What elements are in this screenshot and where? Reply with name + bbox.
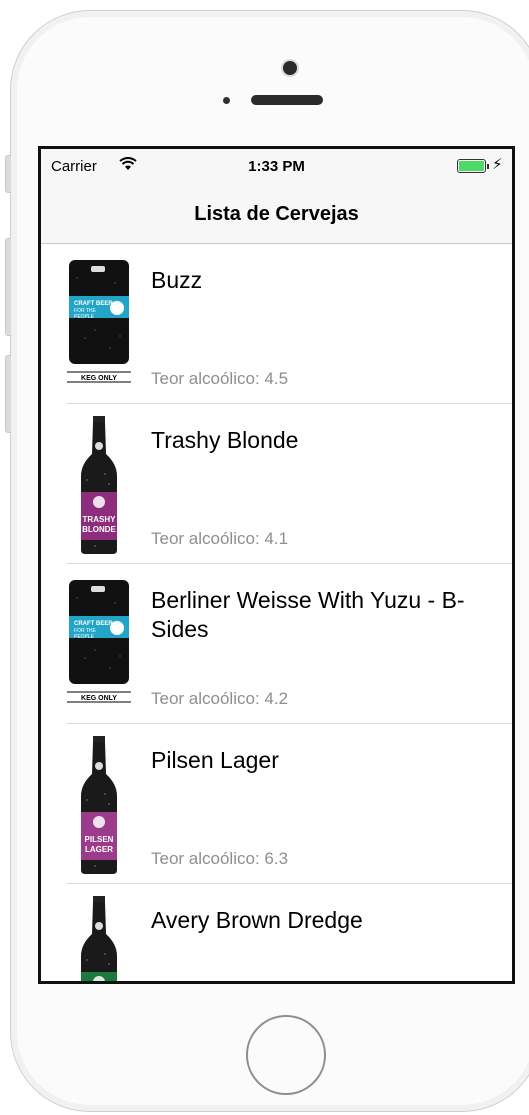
svg-text:KEG ONLY: KEG ONLY: [81, 695, 117, 702]
beer-row[interactable]: CRAFT BEER FOR THE PEOPLE KEG ONLY Buzz Teor …: [41, 244, 512, 404]
alcohol-content: Teor alcoólico: 4.5: [151, 369, 288, 389]
status-time: 1:33 PM: [248, 158, 305, 175]
alcohol-content: Teor alcoólico: 4.2: [151, 689, 288, 709]
svg-text:BLONDE: BLONDE: [82, 525, 116, 534]
proximity-sensor: [223, 97, 230, 104]
keg-image: CRAFT BEER FOR THE PEOPLE KEG ONLY: [65, 578, 133, 720]
keg-image: CRAFT BEER FOR THE PEOPLE KEG ONLY: [65, 258, 133, 400]
beer-row[interactable]: PILSEN LAGER Pilsen Lager Teor alcoólico: 6…: [41, 724, 512, 884]
svg-text:LAGER: LAGER: [85, 845, 113, 854]
front-camera: [283, 61, 297, 75]
device-screen: Carrier 1:33 PM ⚡ Lista de Cervejas CRAF…: [38, 146, 515, 984]
alcohol-content-label: Teor alcoólico:: [151, 529, 265, 548]
svg-text:TRASHY: TRASHY: [83, 515, 117, 524]
alcohol-content-label: Teor alcoólico:: [151, 689, 265, 708]
beer-name: Trashy Blonde: [151, 427, 299, 453]
svg-text:KEG ONLY: KEG ONLY: [81, 375, 117, 382]
beer-name: Berliner Weisse With Yuzu - B-Sides: [151, 587, 465, 642]
nav-title: Lista de Cervejas: [194, 203, 359, 225]
svg-text:CRAFT BEER: CRAFT BEER: [74, 301, 113, 307]
beer-list[interactable]: CRAFT BEER FOR THE PEOPLE KEG ONLY Buzz Teor …: [41, 244, 512, 981]
beer-name: Pilsen Lager: [151, 747, 279, 773]
navigation-bar: Lista de Cervejas: [41, 187, 512, 244]
alcohol-content-value: 4.2: [264, 689, 289, 708]
beer-name: Buzz: [151, 267, 203, 293]
mute-switch[interactable]: [5, 155, 11, 193]
bottle-image: PILSEN LAGER: [65, 734, 133, 876]
charging-icon: ⚡: [492, 156, 503, 173]
battery-tip: [487, 164, 489, 169]
volume-down-button[interactable]: [5, 355, 11, 433]
home-button[interactable]: [246, 1015, 326, 1095]
bottle-image: [65, 894, 133, 981]
battery-icon: [457, 159, 486, 173]
status-bar: Carrier 1:33 PM ⚡: [41, 149, 512, 187]
volume-up-button[interactable]: [5, 238, 11, 336]
beer-row[interactable]: CRAFT BEER FOR THE PEOPLE KEG ONLY Berliner …: [41, 564, 512, 724]
alcohol-content-value: 6.3: [264, 849, 289, 868]
alcohol-content-label: Teor alcoólico:: [151, 369, 265, 388]
alcohol-content: Teor alcoólico: 6.3: [151, 849, 288, 869]
alcohol-content-value: 4.5: [264, 369, 289, 388]
svg-text:PILSEN: PILSEN: [85, 835, 114, 844]
alcohol-content: Teor alcoólico: 4.1: [151, 529, 288, 549]
alcohol-content-label: Teor alcoólico:: [151, 849, 265, 868]
beer-name: Avery Brown Dredge: [151, 907, 363, 933]
beer-row[interactable]: Avery Brown Dredge: [41, 884, 512, 981]
bottle-image: TRASHY BLONDE: [65, 414, 133, 556]
alcohol-content-value: 4.1: [264, 529, 289, 548]
svg-text:CRAFT BEER: CRAFT BEER: [74, 621, 113, 627]
beer-row[interactable]: TRASHY BLONDE Trashy Blonde Teor alcoólico:…: [41, 404, 512, 564]
earpiece-speaker: [251, 95, 323, 105]
